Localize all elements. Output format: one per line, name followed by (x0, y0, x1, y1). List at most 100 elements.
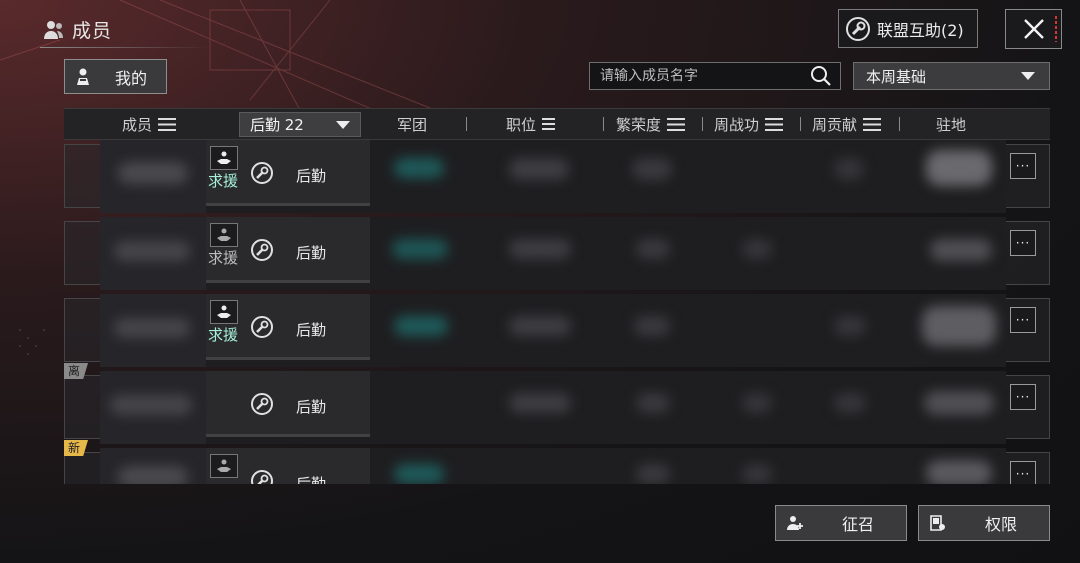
menu-icon (158, 117, 177, 131)
column-divider (466, 117, 467, 131)
row-frame-left (64, 452, 100, 484)
column-prosperity-label: 繁荣度 (616, 115, 662, 134)
request-help-button[interactable] (210, 454, 238, 478)
recruit-label: 征召 (841, 515, 874, 534)
period-dropdown[interactable]: 本周基础 (853, 62, 1050, 90)
role-label: 后勤 (296, 244, 327, 262)
column-prosperity[interactable]: 繁荣度 (616, 109, 686, 139)
column-member-label: 成员 (122, 115, 153, 134)
sort-icon (542, 117, 560, 131)
wrench-icon (251, 393, 273, 415)
search-icon[interactable] (810, 65, 832, 87)
request-help-button[interactable] (210, 223, 238, 247)
blurred-station (924, 391, 994, 415)
more-options-button[interactable]: ··· (1010, 307, 1036, 333)
role-label: 后勤 (296, 167, 327, 185)
wrench-icon (251, 470, 273, 484)
role-label: 后勤 (296, 321, 327, 339)
members-icon (42, 18, 66, 42)
my-filter-button[interactable]: 我的 (64, 59, 167, 94)
page-title: 成员 (72, 20, 113, 42)
role-cell: 求援 后勤 (206, 294, 370, 360)
blurred-contribution (834, 393, 866, 413)
menu-icon (863, 117, 882, 131)
blurred-battle (742, 239, 772, 259)
table-row[interactable]: 后勤 ··· 新 (64, 440, 1050, 484)
column-position[interactable]: 职位 (506, 109, 560, 139)
blurred-member-name (100, 448, 206, 484)
help-hand-icon (217, 305, 231, 318)
help-label: 求援 (208, 249, 239, 267)
column-station: 驻地 (936, 109, 966, 139)
table-row[interactable]: 求援 后勤 ··· (64, 217, 1050, 290)
column-position-label: 职位 (506, 115, 537, 134)
role-label: 后勤 (296, 475, 327, 484)
search-input[interactable] (600, 68, 810, 84)
blurred-station (930, 239, 992, 261)
blurred-position (509, 158, 569, 180)
request-help-button[interactable] (210, 300, 238, 324)
row-frame-left (64, 298, 100, 362)
role-cell: 后勤 (206, 371, 370, 437)
blurred-battle (742, 464, 772, 484)
role-filter-label: 后勤 22 (250, 116, 304, 134)
blurred-prosperity (632, 158, 672, 180)
wrench-icon (251, 316, 273, 338)
column-legion-label: 军团 (397, 115, 428, 134)
column-divider (800, 117, 801, 131)
blurred-member-name (100, 371, 206, 444)
row-frame-left (64, 221, 100, 285)
help-hand-icon (217, 228, 231, 241)
blurred-member-name (100, 217, 206, 290)
blurred-battle (742, 393, 772, 413)
menu-icon (667, 117, 686, 131)
help-hand-icon (217, 151, 231, 164)
row-frame-left (64, 375, 100, 439)
request-help-button[interactable] (210, 146, 238, 170)
more-options-button[interactable]: ··· (1010, 461, 1036, 484)
role-cell: 求援 后勤 (206, 217, 370, 283)
more-options-button[interactable]: ··· (1010, 230, 1036, 256)
table-row[interactable]: 求援 后勤 ··· (64, 294, 1050, 367)
member-list: 求援 后勤 ··· 求援 后勤 ··· 求援 后勤 ··· 后勤 ··· 离 后… (64, 140, 1050, 484)
menu-icon (765, 117, 784, 131)
help-label: 求援 (208, 326, 239, 344)
blurred-position (509, 239, 571, 259)
page-header: 成员 (42, 16, 112, 43)
table-row[interactable]: 求援 后勤 ··· (64, 140, 1050, 213)
blurred-legion (394, 464, 444, 484)
table-row[interactable]: 后勤 ··· 离 (64, 363, 1050, 444)
blurred-prosperity (634, 316, 670, 336)
blurred-legion (394, 158, 444, 178)
column-station-label: 驻地 (936, 115, 967, 134)
blurred-prosperity (636, 393, 670, 413)
blurred-legion (392, 239, 448, 259)
member-search[interactable] (589, 62, 841, 90)
assist-wrench-icon (846, 16, 870, 41)
table-header: 成员 后勤 22 军团 职位 繁荣度 周战功 周贡献 驻地 (64, 108, 1050, 140)
column-divider (702, 117, 703, 131)
alliance-assist-label: 联盟互助(2) (877, 20, 964, 40)
close-accent (1055, 16, 1057, 42)
column-member[interactable]: 成员 (122, 109, 177, 139)
alliance-assist-button[interactable]: 联盟互助(2) (838, 9, 978, 48)
column-legion: 军团 (397, 109, 427, 139)
blurred-position (509, 316, 571, 336)
blurred-station (922, 306, 996, 346)
help-hand-icon (217, 459, 231, 472)
blurred-contribution (834, 158, 864, 180)
more-options-button[interactable]: ··· (1010, 153, 1036, 179)
column-weekly-battle[interactable]: 周战功 (714, 109, 784, 139)
close-button[interactable] (1005, 9, 1062, 49)
column-weekly-contribution[interactable]: 周贡献 (812, 109, 882, 139)
blurred-member-name (100, 294, 206, 367)
close-icon (1023, 19, 1044, 39)
title-underline (40, 47, 208, 48)
recruit-button[interactable]: 征召 (775, 505, 907, 541)
role-filter-dropdown[interactable]: 后勤 22 (239, 112, 361, 137)
permission-button[interactable]: 权限 (918, 505, 1050, 541)
chevron-down-icon (336, 120, 350, 129)
blurred-position (509, 393, 571, 413)
more-options-button[interactable]: ··· (1010, 384, 1036, 410)
wrench-icon (251, 239, 273, 261)
